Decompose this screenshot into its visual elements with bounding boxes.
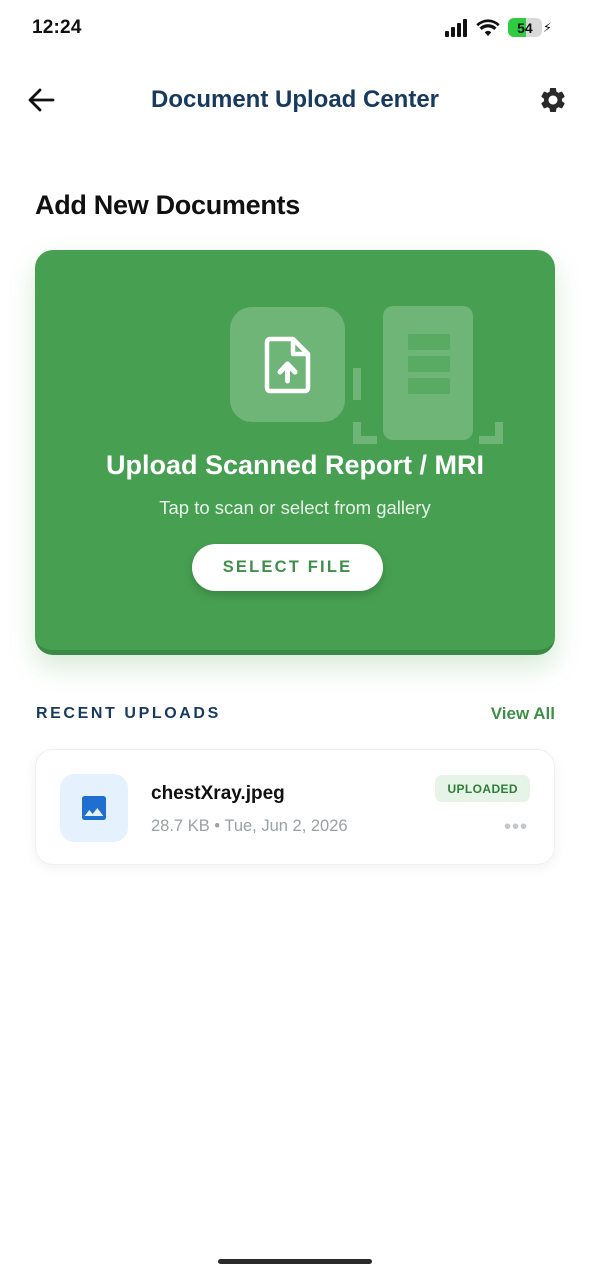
file-name: chestXray.jpeg: [151, 783, 285, 804]
home-indicator[interactable]: [218, 1259, 372, 1264]
upload-card-subtitle: Tap to scan or select from gallery: [159, 497, 431, 518]
file-thumbnail: [60, 774, 128, 842]
select-file-button[interactable]: SELECT FILE: [192, 544, 383, 591]
upload-icon-box: [230, 307, 345, 422]
upload-card-title: Upload Scanned Report / MRI: [105, 450, 485, 480]
settings-button[interactable]: [536, 83, 570, 117]
status-time: 12:24: [32, 17, 82, 38]
status-icons: 54 ⚡︎: [444, 18, 552, 37]
image-icon: [82, 796, 106, 820]
section-title: Add New Documents: [35, 190, 300, 220]
signal-icon: [444, 18, 467, 37]
charging-bolt-icon: ⚡︎: [542, 19, 552, 35]
file-upload-icon: [264, 336, 310, 393]
battery-icon: 54 ⚡︎: [507, 18, 552, 37]
battery-percent: 54: [517, 19, 533, 36]
page-title: Document Upload Center: [150, 86, 440, 113]
gear-icon: [541, 88, 565, 112]
list-item[interactable]: chestXray.jpeg 28.7 KB • Tue, Jun 2, 202…: [35, 749, 555, 865]
document-scan-icon: [353, 306, 503, 444]
upload-card[interactable]: Upload Scanned Report / MRI Tap to scan …: [35, 250, 555, 655]
status-badge: UPLOADED: [435, 775, 530, 802]
view-all-link[interactable]: View All: [491, 704, 555, 724]
file-meta: 28.7 KB • Tue, Jun 2, 2026: [151, 817, 348, 835]
more-options-button[interactable]: •••: [504, 817, 528, 837]
recent-uploads-label: RECENT UPLOADS: [36, 705, 221, 722]
wifi-icon: [476, 18, 500, 36]
more-dots-icon: •••: [503, 816, 528, 838]
